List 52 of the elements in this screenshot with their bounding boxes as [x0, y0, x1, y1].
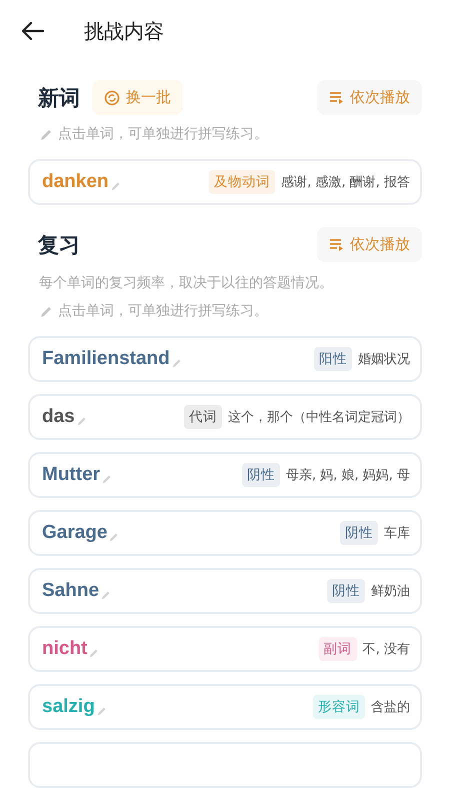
pencil-icon: [96, 706, 107, 716]
part-of-speech-tag: 及物动词: [209, 170, 276, 194]
pencil-icon: [101, 590, 112, 600]
meaning-text: 母亲, 妈, 娘, 妈妈, 母: [286, 467, 410, 484]
word-text: nicht: [42, 638, 88, 660]
hint-text: 点击单词，可单独进行拼写练习。: [58, 302, 268, 320]
word-card[interactable]: Garage 阴性 车库: [28, 510, 422, 556]
part-of-speech-tag: 副词: [318, 637, 357, 661]
pencil-icon: [40, 304, 53, 318]
word-text: salzig: [42, 696, 95, 718]
meaning-text: 不, 没有: [362, 641, 410, 658]
word-card[interactable]: das 代词 这个，那个（中性名词定冠词）: [28, 394, 422, 440]
section-title: 复习: [38, 232, 80, 258]
meaning-text: 鲜奶油: [371, 583, 410, 600]
meaning-text: 这个，那个（中性名词定冠词）: [228, 409, 410, 426]
part-of-speech-tag: 代词: [184, 405, 222, 429]
meaning-text: 婚姻状况: [358, 351, 410, 368]
description-text: 每个单词的复习频率，取决于以往的答题情况。: [38, 274, 334, 292]
pencil-icon: [172, 358, 182, 368]
part-of-speech-tag: 形容词: [313, 695, 365, 719]
word-text: Mutter: [42, 464, 100, 486]
pencil-icon: [102, 474, 112, 484]
word-card[interactable]: Mutter 阴性 母亲, 妈, 娘, 妈妈, 母: [28, 452, 422, 498]
pencil-icon: [76, 416, 87, 426]
word-card[interactable]: Familienstand 阳性 婚姻状况: [28, 336, 422, 382]
meaning-text: 车库: [384, 525, 410, 542]
word-text: Garage: [42, 522, 108, 544]
page-title: 挑战内容: [84, 18, 164, 44]
back-icon[interactable]: [22, 22, 44, 40]
word-text: danken: [42, 171, 109, 193]
refresh-icon: [104, 90, 120, 106]
playlist-icon: [329, 91, 344, 104]
section-title: 新词: [38, 84, 80, 112]
meaning-text: 感谢, 感激, 酬谢, 报答: [281, 174, 410, 191]
part-of-speech-tag: 阴性: [340, 521, 378, 545]
meaning-text: 含盐的: [371, 699, 410, 716]
hint-text: 点击单词，可单独进行拼写练习。: [58, 125, 268, 143]
word-text: Sahne: [42, 580, 100, 602]
word-card[interactable]: salzig 形容词 含盐的: [28, 684, 422, 730]
pencil-icon: [110, 181, 121, 191]
word-card[interactable]: danken 及物动词 感谢, 感激, 酬谢, 报答: [28, 159, 422, 205]
word-text: Familienstand: [42, 348, 170, 370]
pencil-icon: [89, 648, 100, 658]
playlist-icon: [329, 238, 344, 251]
pencil-icon: [40, 128, 53, 140]
part-of-speech-tag: 阴性: [327, 579, 365, 603]
word-card[interactable]: nicht 副词 不, 没有: [28, 626, 422, 672]
part-of-speech-tag: 阳性: [314, 347, 352, 371]
part-of-speech-tag: 阴性: [242, 463, 280, 487]
word-card[interactable]: Sahne 阴性 鲜奶油: [28, 568, 422, 614]
pencil-icon: [109, 532, 120, 542]
word-text: das: [42, 406, 75, 428]
